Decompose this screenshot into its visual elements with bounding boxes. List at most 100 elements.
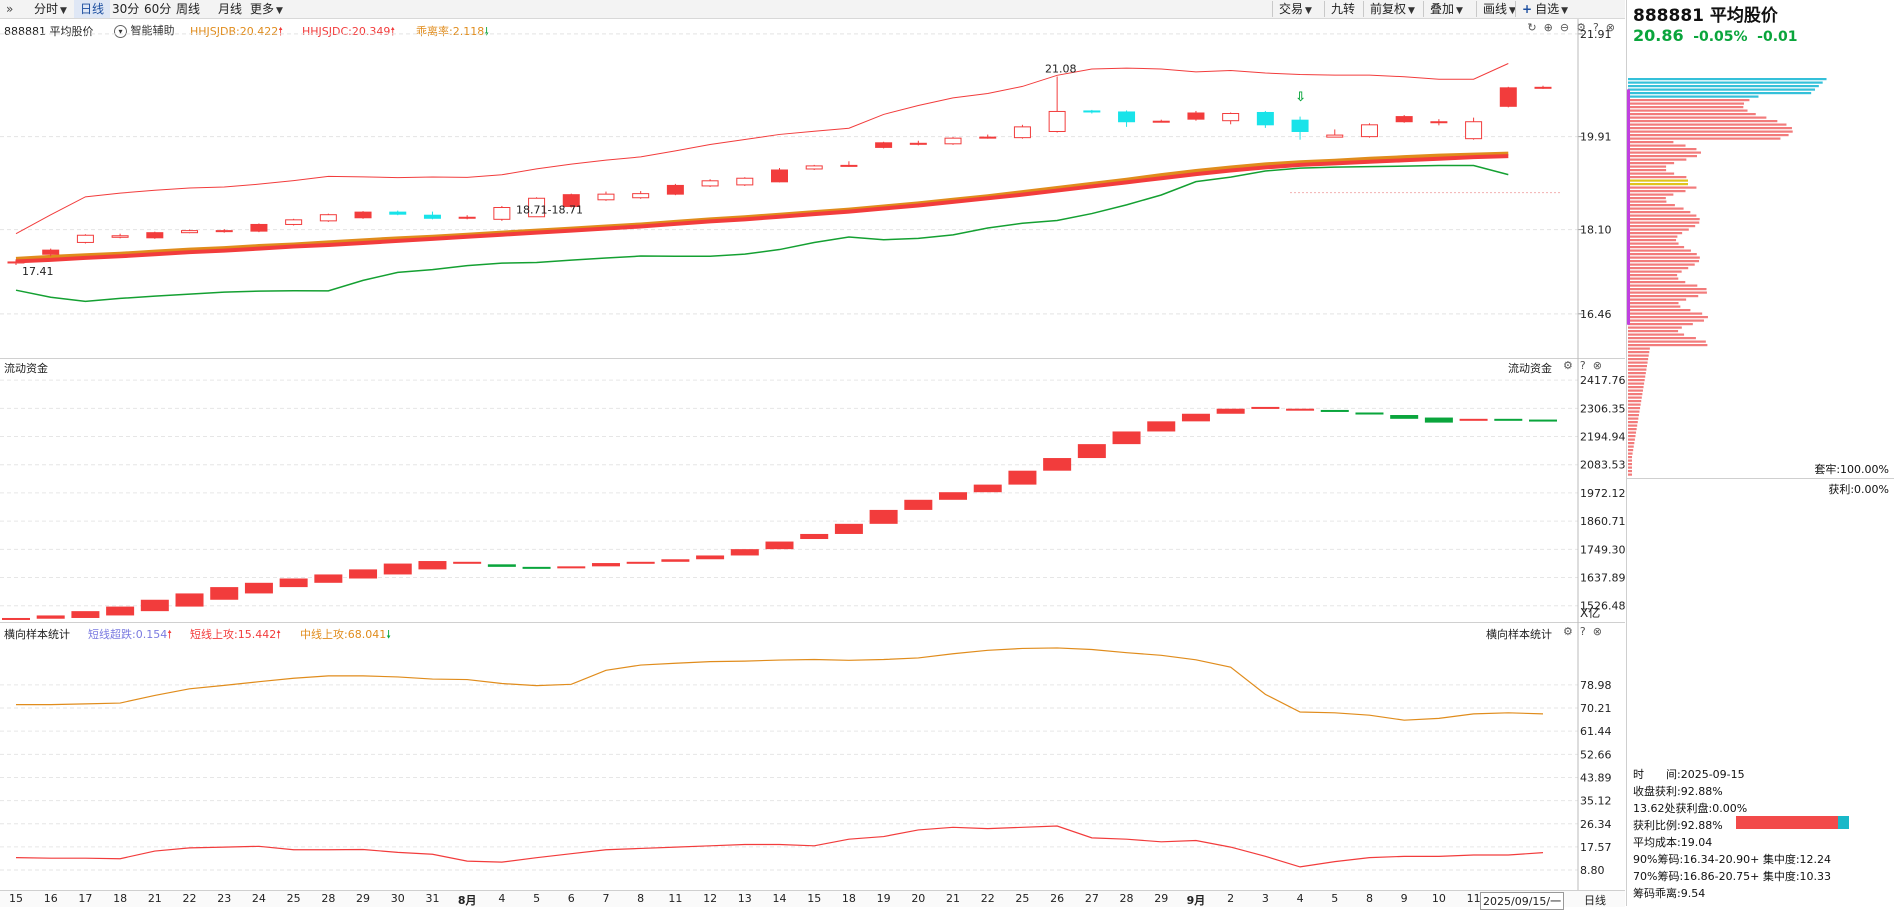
date-label: 24	[251, 892, 266, 905]
chip-bar	[1628, 211, 1691, 214]
flow-bar	[1529, 419, 1557, 422]
chip-bar	[1628, 239, 1677, 242]
date-label: 5	[533, 892, 541, 905]
flow-bar	[453, 561, 482, 564]
chip-stat-line: 70%筹码:16.86-20.75+ 集中度:10.33	[1633, 870, 1832, 883]
date-label: 4	[1296, 892, 1304, 905]
date-label: 12	[703, 892, 718, 905]
flow-bar	[140, 599, 169, 612]
chart-canvas[interactable]: 21.91 19.91 18.10 16.46 17.41 21.08 18.71-18.7…	[0, 0, 1626, 906]
stat-tick-label: 70.21	[1580, 702, 1612, 715]
chip-bar	[1628, 340, 1706, 343]
chip-bar	[1628, 449, 1634, 452]
candle-body	[1430, 121, 1448, 124]
chip-bar	[1628, 470, 1632, 473]
chip-bar	[1628, 193, 1674, 196]
flow-tick-label: 1972.12	[1580, 487, 1626, 500]
chip-bar	[1628, 134, 1789, 137]
flow-tick-label: 2194.94	[1580, 431, 1626, 444]
chip-bar	[1628, 417, 1639, 420]
chip-distribution-panel: 888881 平均股价 20.86 -0.05% -0.01 套牢:100.00…	[1626, 0, 1894, 906]
chip-bar	[1628, 169, 1667, 172]
candle-body	[1013, 126, 1031, 139]
chip-bar	[1628, 319, 1704, 322]
candle-body	[1326, 134, 1344, 138]
chip-bar	[1628, 386, 1644, 389]
flow-bar	[349, 569, 378, 579]
stat-tick-label: 43.89	[1580, 771, 1612, 784]
chip-bar	[1628, 316, 1708, 319]
candle-body	[1534, 86, 1552, 89]
chip-bar	[1628, 256, 1700, 259]
chip-bar	[1628, 130, 1793, 133]
flow-bar	[1390, 415, 1419, 419]
date-label: 21	[147, 892, 162, 905]
chip-bar	[1628, 347, 1650, 350]
price-tick-label: 19.91	[1580, 131, 1612, 144]
flow-bar	[869, 509, 898, 524]
chip-bar	[1628, 466, 1632, 469]
date-label: 19	[876, 892, 891, 905]
chip-stat-line: 时 间:2025-09-15	[1633, 768, 1745, 781]
date-label: 30	[390, 892, 405, 905]
chip-bar	[1628, 200, 1667, 203]
date-label: 13	[737, 892, 752, 905]
date-axis: 15 16 17 18 21 22 23 24 25 28 29 30 31 8月 4 5 6 7 8 11 12 13 1…	[0, 890, 1625, 910]
candle-body	[285, 219, 303, 225]
flow-tick-label: 1637.89	[1580, 572, 1626, 585]
chip-bar	[1628, 435, 1636, 438]
chip-bar	[1628, 326, 1682, 329]
chip-bar	[1628, 393, 1643, 396]
candle-body	[1291, 119, 1309, 132]
flow-bar	[36, 615, 65, 619]
date-label: 8	[637, 892, 645, 905]
chip-bar	[1628, 92, 1812, 95]
chip-bar	[1628, 442, 1635, 445]
chip-bar	[1628, 372, 1646, 375]
stat-tick-label: 52.66	[1580, 748, 1612, 761]
chip-bar	[1628, 382, 1645, 385]
candle-body	[1118, 111, 1136, 123]
chip-bar	[1628, 281, 1686, 284]
candle-body	[597, 193, 615, 201]
chip-bar	[1628, 109, 1748, 112]
stat-tick-label: 8.80	[1580, 864, 1605, 877]
chip-bar	[1628, 225, 1696, 228]
chip-bar	[1628, 235, 1678, 238]
chip-bar	[1628, 323, 1693, 326]
flow-bar	[279, 578, 308, 588]
candle-body	[319, 214, 337, 222]
chip-bar	[1628, 99, 1750, 102]
flow-bar	[71, 611, 100, 618]
candle-body	[1222, 113, 1240, 122]
date-label: 9	[1400, 892, 1408, 905]
chip-bar	[1628, 218, 1700, 221]
flow-bar	[1008, 470, 1037, 485]
candle-body	[423, 214, 441, 219]
flow-bar	[1459, 418, 1488, 421]
date-label: 23	[217, 892, 232, 905]
date-label: 25	[1015, 892, 1030, 905]
flow-bar	[730, 549, 759, 556]
date-label: 10	[1431, 892, 1446, 905]
chip-stat-line: 筹码乖离:9.54	[1633, 887, 1706, 900]
flow-bar	[487, 564, 516, 567]
profit-bar-cap	[1838, 816, 1849, 829]
chip-bar	[1628, 190, 1686, 193]
chip-bar	[1628, 337, 1696, 340]
flow-bar	[1181, 413, 1210, 422]
flow-bar	[175, 593, 204, 607]
chip-bar	[1628, 246, 1685, 249]
date-label: 3	[1261, 892, 1269, 905]
flow-bar	[696, 555, 725, 560]
date-label: 4	[498, 892, 506, 905]
chip-bar	[1628, 351, 1650, 354]
chip-bar	[1628, 88, 1816, 91]
stat-line-0	[16, 647, 1544, 721]
chip-bar	[1628, 361, 1648, 364]
chip-bar	[1628, 365, 1647, 368]
flow-bar	[557, 566, 586, 569]
date-label: 18	[841, 892, 856, 905]
date-label: 31	[425, 892, 440, 905]
flow-bar	[210, 587, 239, 600]
